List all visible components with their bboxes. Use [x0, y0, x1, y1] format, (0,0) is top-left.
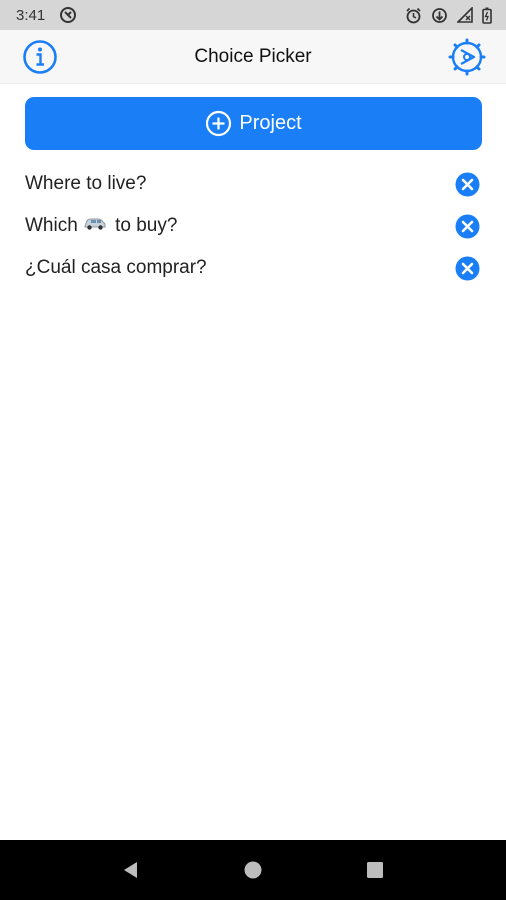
home-button[interactable]	[233, 850, 273, 890]
list-item[interactable]: Which to buy?	[0, 205, 506, 247]
list-item[interactable]: Where to live?	[0, 163, 506, 205]
info-icon	[23, 40, 57, 74]
data-saver-icon	[431, 7, 448, 24]
add-project-button[interactable]: Project	[25, 97, 482, 150]
project-label: Where to live?	[25, 173, 147, 194]
status-bar: 3:41	[0, 0, 506, 30]
recents-icon	[367, 862, 383, 878]
back-icon	[124, 862, 137, 878]
close-circle-icon	[455, 256, 480, 280]
project-label: ¿Cuál casa comprar?	[25, 257, 207, 278]
settings-button[interactable]	[448, 38, 486, 76]
signal-icon	[457, 7, 473, 23]
close-circle-icon	[455, 172, 480, 196]
project-label: Which to buy?	[25, 215, 455, 237]
plus-circle-icon	[206, 110, 232, 137]
project-list: Where to live? Which to buy? ¿Cuál casa …	[0, 163, 506, 289]
back-button[interactable]	[111, 850, 151, 890]
page-title: Choice Picker	[194, 45, 312, 67]
delete-button[interactable]	[455, 256, 480, 281]
delete-button[interactable]	[455, 172, 480, 197]
app-bar: Choice Picker	[0, 30, 506, 84]
info-button[interactable]	[21, 38, 59, 76]
delete-button[interactable]	[455, 214, 480, 239]
recents-button[interactable]	[355, 850, 395, 890]
settings-icon	[448, 38, 486, 76]
home-icon	[244, 861, 262, 879]
status-time: 3:41	[16, 6, 46, 24]
notification-icon	[59, 6, 77, 24]
battery-icon	[482, 7, 492, 24]
close-circle-icon	[455, 214, 480, 238]
car-icon	[83, 215, 107, 237]
navigation-bar	[0, 840, 506, 900]
add-project-label: Project	[239, 112, 302, 134]
project-label-part: to buy?	[115, 215, 178, 236]
alarm-icon	[405, 7, 422, 24]
list-item[interactable]: ¿Cuál casa comprar?	[0, 247, 506, 289]
project-label-part: Which	[25, 215, 78, 236]
